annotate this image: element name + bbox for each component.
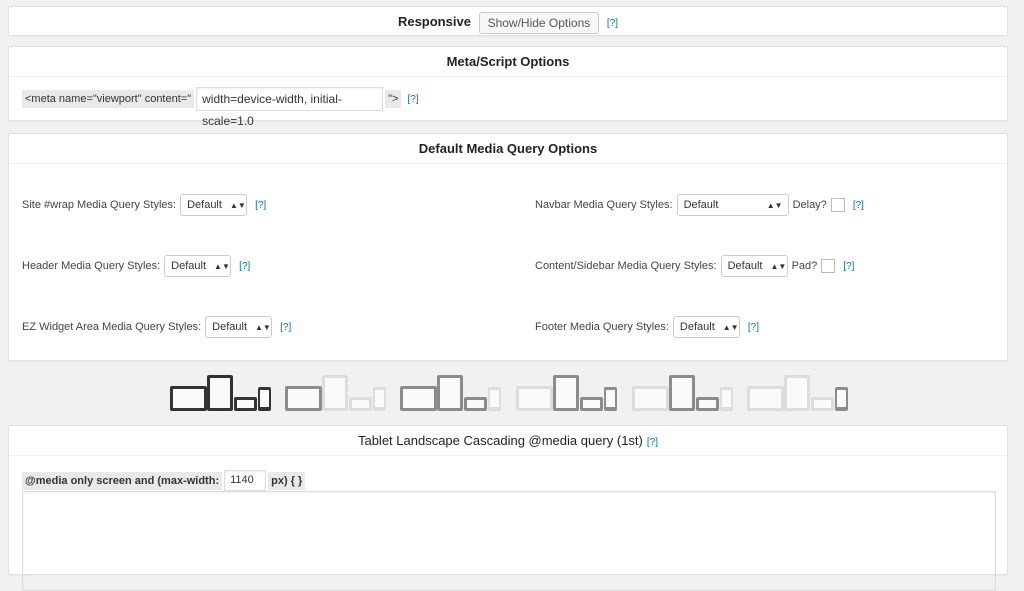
- panel-title: Tablet Landscape Cascading @media query …: [357, 433, 643, 448]
- option-extra-label: Delay?: [792, 199, 827, 211]
- select-arrows-icon: ▲▼: [214, 261, 230, 271]
- help-link[interactable]: [?]: [607, 18, 618, 29]
- device-tab-tab-4[interactable]: [516, 372, 620, 414]
- panel-title: Meta/Script Options: [9, 47, 1007, 77]
- portrait-tablet-icon: [207, 375, 233, 411]
- help-link[interactable]: [?]: [280, 322, 291, 333]
- device-tab-tab-3[interactable]: [400, 372, 504, 414]
- portrait-phone-icon: [835, 387, 848, 411]
- select-value: Default: [727, 260, 763, 272]
- landscape-tablet-icon: [632, 386, 669, 411]
- landscape-phone-icon: [464, 397, 487, 411]
- option-label: EZ Widget Area Media Query Styles:: [22, 321, 202, 333]
- landscape-tablet-icon: [516, 386, 553, 411]
- portrait-tablet-icon: [322, 375, 348, 411]
- media-suffix: px) { }: [268, 471, 306, 490]
- landscape-phone-icon: [349, 397, 372, 411]
- landscape-tablet-icon: [170, 386, 207, 411]
- max-width-input[interactable]: 1140: [224, 470, 267, 491]
- select-value: Default: [683, 199, 719, 211]
- select-arrows-icon: ▲▼: [255, 322, 271, 332]
- device-tab-tab-6[interactable]: [747, 372, 851, 414]
- media-query-select[interactable]: Default ▲▼: [205, 316, 273, 338]
- media-query-option: Site #wrap Media Query Styles: Default ▲▼…: [22, 194, 266, 216]
- help-link[interactable]: [?]: [239, 261, 250, 272]
- landscape-tablet-icon: [747, 386, 784, 411]
- option-label: Site #wrap Media Query Styles:: [22, 199, 177, 211]
- portrait-tablet-icon: [437, 375, 463, 411]
- help-link[interactable]: [?]: [255, 200, 266, 211]
- help-link[interactable]: [?]: [407, 94, 418, 105]
- media-query-select[interactable]: Default ▲▼: [720, 255, 788, 277]
- select-arrows-icon: ▲▼: [722, 322, 739, 332]
- media-query-panel: Default Media Query Options Site #wrap M…: [8, 133, 1008, 361]
- media-prefix: @media only screen and (max-width:: [22, 471, 223, 490]
- media-query-select[interactable]: Default ▲▼: [180, 194, 248, 216]
- help-link[interactable]: [?]: [748, 322, 759, 333]
- portrait-phone-icon: [258, 387, 271, 411]
- panel-title: Default Media Query Options: [9, 134, 1007, 164]
- viewport-content-input[interactable]: width=device-width, initial-scale=1.0: [196, 87, 384, 128]
- landscape-phone-icon: [580, 397, 603, 411]
- media-query-option: Footer Media Query Styles: Default ▲▼ [?]: [535, 316, 759, 338]
- tablet-landscape-panel: Tablet Landscape Cascading @media query …: [8, 425, 1008, 591]
- select-value: Default: [187, 199, 222, 211]
- meta-script-panel: Meta/Script Options <meta name="viewport…: [8, 46, 1008, 128]
- media-query-option: Header Media Query Styles: Default ▲▼ [?]: [22, 255, 250, 277]
- select-arrows-icon: ▲▼: [766, 200, 783, 210]
- portrait-phone-icon: [604, 387, 617, 411]
- select-arrows-icon: ▲▼: [770, 261, 787, 271]
- device-tab-tab-5[interactable]: [632, 372, 736, 414]
- landscape-tablet-icon: [400, 386, 437, 411]
- responsive-label: Responsive: [397, 14, 471, 29]
- option-label: Header Media Query Styles:: [22, 260, 161, 272]
- landscape-tablet-icon: [285, 386, 322, 411]
- media-query-select[interactable]: Default ▲▼: [672, 316, 740, 338]
- help-link[interactable]: [?]: [647, 437, 658, 448]
- option-label: Content/Sidebar Media Query Styles:: [535, 260, 717, 272]
- media-query-select[interactable]: Default ▲▼: [676, 194, 789, 216]
- meta-suffix: ">: [385, 90, 402, 108]
- media-query-option: Content/Sidebar Media Query Styles: Defa…: [535, 255, 854, 277]
- device-tab-tab-2[interactable]: [285, 372, 389, 414]
- select-value: Default: [212, 321, 247, 333]
- media-query-option: Navbar Media Query Styles: Default ▲▼ Dela…: [535, 194, 864, 216]
- css-textarea[interactable]: [22, 491, 996, 591]
- responsive-panel: Responsive Show/Hide Options [?]: [8, 6, 1008, 36]
- show-hide-options-button[interactable]: Show/Hide Options: [478, 11, 600, 34]
- option-checkbox[interactable]: [830, 198, 845, 212]
- option-label: Footer Media Query Styles:: [535, 321, 669, 333]
- select-arrows-icon: ▲▼: [229, 200, 246, 210]
- select-value: Default: [679, 321, 715, 333]
- portrait-phone-icon: [488, 387, 501, 411]
- landscape-phone-icon: [811, 397, 834, 411]
- landscape-phone-icon: [696, 397, 719, 411]
- portrait-phone-icon: [720, 387, 733, 411]
- help-link[interactable]: [?]: [843, 261, 854, 272]
- portrait-tablet-icon: [553, 375, 579, 411]
- portrait-tablet-icon: [669, 375, 695, 411]
- option-label: Navbar Media Query Styles:: [535, 199, 673, 211]
- select-value: Default: [171, 260, 207, 272]
- media-query-option: EZ Widget Area Media Query Styles: Defau…: [22, 316, 291, 338]
- option-checkbox[interactable]: [821, 259, 836, 273]
- landscape-phone-icon: [234, 397, 257, 411]
- device-tab-tablet-landscape[interactable]: [170, 372, 274, 414]
- option-extra-label: Pad?: [791, 260, 818, 272]
- meta-prefix: <meta name="viewport" content=": [22, 90, 195, 108]
- portrait-tablet-icon: [784, 375, 810, 411]
- media-query-select[interactable]: Default ▲▼: [164, 255, 232, 277]
- portrait-phone-icon: [373, 387, 386, 411]
- help-link[interactable]: [?]: [853, 200, 864, 211]
